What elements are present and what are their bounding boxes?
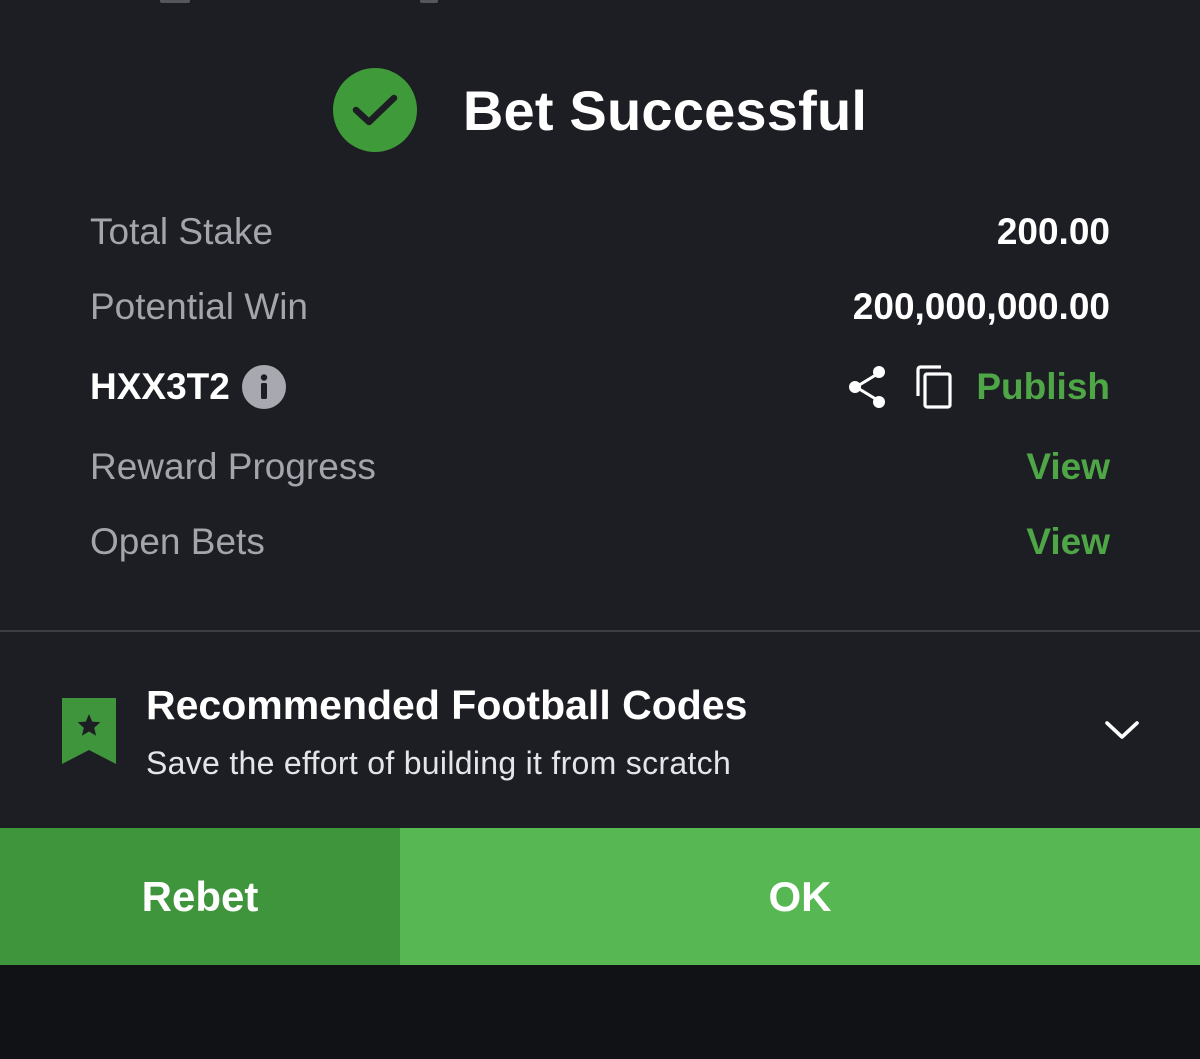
bottom-background	[0, 965, 1200, 1059]
booking-code-group: HXX3T2	[90, 365, 286, 409]
booking-code-actions: Publish	[846, 364, 1110, 410]
share-icon[interactable]	[846, 364, 888, 410]
reward-progress-view-link[interactable]: View	[1026, 446, 1110, 488]
booking-code: HXX3T2	[90, 366, 230, 407]
rebet-button[interactable]: Rebet	[0, 828, 400, 965]
recommended-codes-section[interactable]: Recommended Football Codes Save the effo…	[0, 632, 1200, 828]
open-bets-view-link[interactable]: View	[1026, 521, 1110, 563]
total-stake-value: 200.00	[996, 211, 1110, 252]
open-bets-label: Open Bets	[90, 521, 265, 562]
previous-content-edge	[0, 0, 1200, 4]
open-bets-row: Open Bets View	[90, 512, 1110, 572]
check-circle-icon	[332, 68, 417, 152]
bet-success-dialog: Bet Successful Total Stake 200.00 Potent…	[0, 0, 1200, 965]
recommended-title: Recommended Football Codes	[146, 682, 748, 728]
dialog-header: Bet Successful	[0, 64, 1200, 156]
bookmark-star-icon	[62, 698, 116, 764]
booking-code-row: HXX3T2 Publish	[90, 357, 1110, 417]
potential-win-row: Potential Win 200,000,000.00	[90, 277, 1110, 337]
ok-button[interactable]: OK	[400, 828, 1200, 965]
chevron-down-icon[interactable]	[1102, 716, 1142, 744]
publish-link[interactable]: Publish	[976, 366, 1110, 408]
info-icon[interactable]	[241, 365, 286, 409]
reward-progress-label: Reward Progress	[90, 446, 376, 487]
total-stake-label: Total Stake	[90, 211, 274, 252]
dialog-title: Bet Successful	[462, 78, 868, 142]
potential-win-label: Potential Win	[90, 286, 308, 327]
copy-icon[interactable]	[914, 364, 954, 410]
total-stake-row: Total Stake 200.00	[90, 202, 1110, 262]
reward-progress-row: Reward Progress View	[90, 437, 1110, 497]
action-buttons: Rebet OK	[0, 828, 1200, 965]
potential-win-value: 200,000,000.00	[852, 286, 1110, 327]
recommended-subtitle: Save the effort of building it from scra…	[146, 745, 732, 781]
